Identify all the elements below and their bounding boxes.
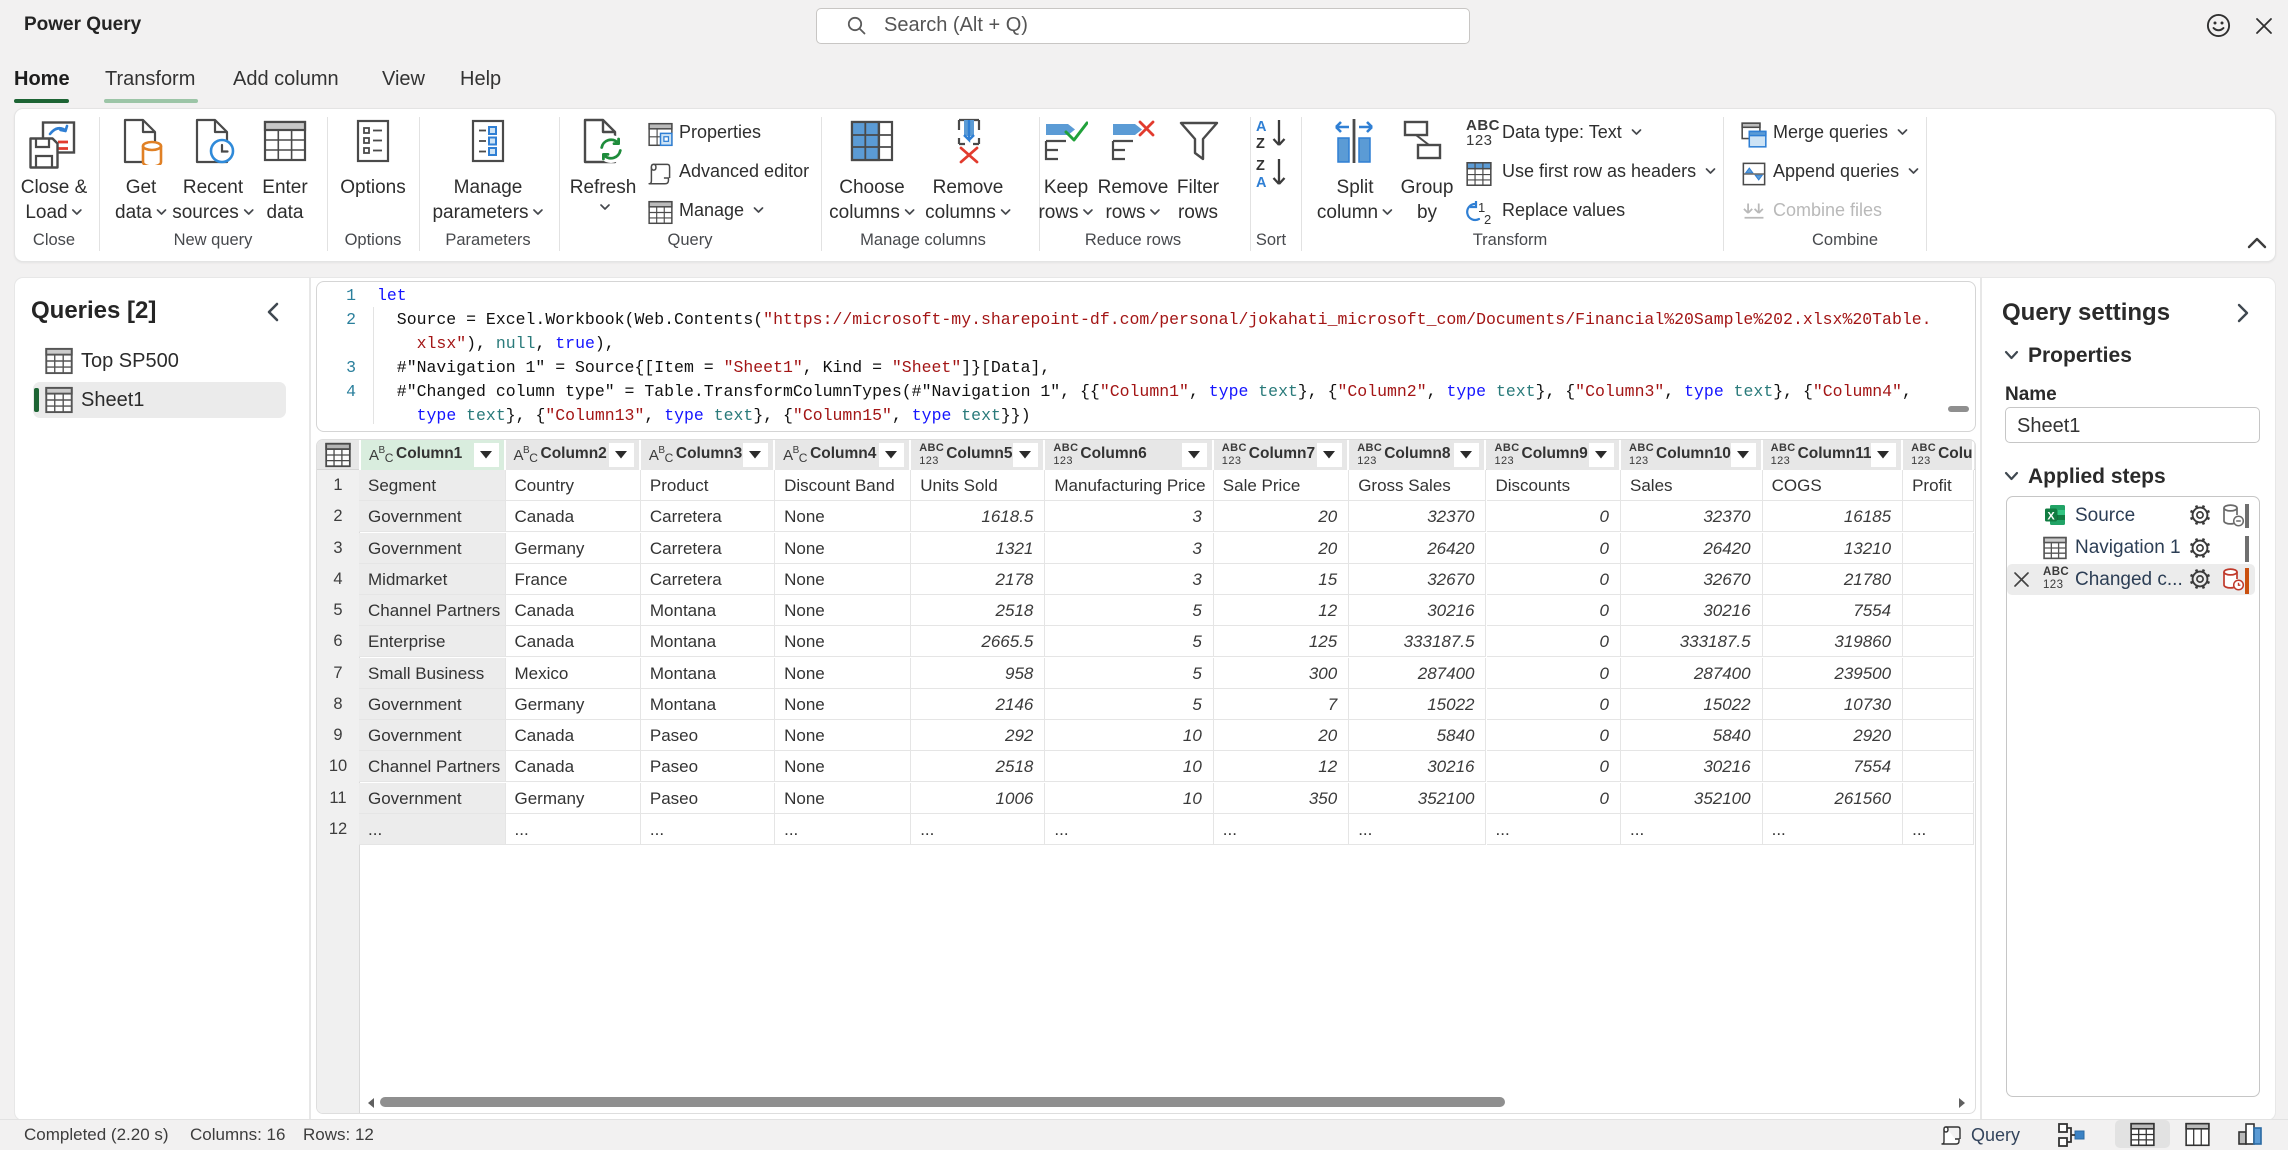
svg-text:X: X — [2047, 511, 2055, 523]
svg-text:Z: Z — [1256, 136, 1265, 151]
svg-text:2: 2 — [1484, 212, 1491, 227]
svg-text:Z: Z — [1256, 158, 1265, 174]
svg-text:A: A — [1256, 119, 1267, 135]
svg-text:A: A — [1256, 175, 1267, 190]
